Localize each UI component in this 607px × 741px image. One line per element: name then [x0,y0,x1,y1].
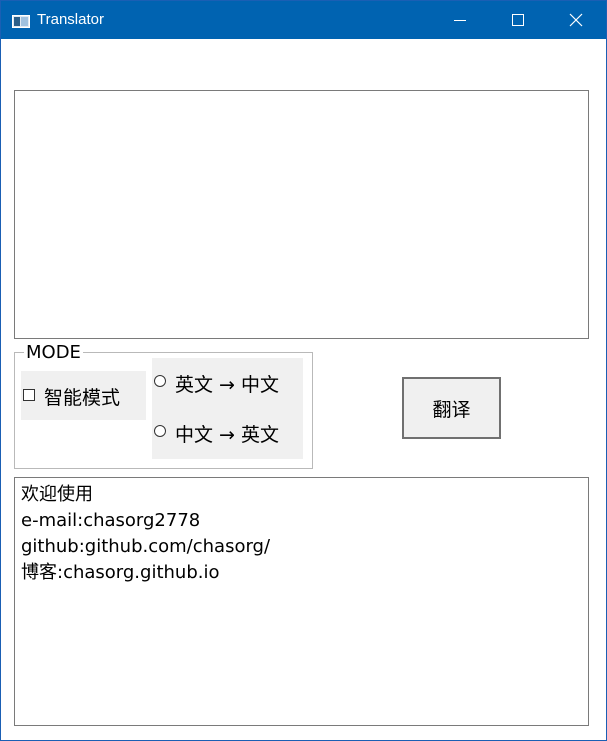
maximize-icon [512,14,524,26]
maximize-button[interactable] [489,1,547,39]
smart-mode-panel: 智能模式 [21,371,146,420]
client-area: MODE 智能模式 英文 → 中文 中文 → 英文 翻译 欢迎使用 e-mail… [1,39,606,740]
output-line-blog: 博客:chasorg.github.io [21,562,220,583]
minimize-icon [454,20,466,21]
radio-en-to-zh-label[interactable]: 英文 → 中文 [175,370,279,397]
mode-legend: MODE [24,342,83,363]
window-title: Translator [37,11,104,28]
radio-zh-to-en-label[interactable]: 中文 → 英文 [175,420,279,447]
minimize-button[interactable] [431,1,489,39]
translate-button[interactable]: 翻译 [402,377,501,439]
direction-panel: 英文 → 中文 中文 → 英文 [152,358,303,459]
smart-mode-label[interactable]: 智能模式 [44,383,120,410]
output-line-email: e-mail:chasorg2778 [21,510,201,531]
radio-en-to-zh[interactable] [154,375,166,387]
radio-zh-to-en[interactable] [154,425,166,437]
app-window-icon [12,13,30,28]
mode-groupbox: MODE 智能模式 英文 → 中文 中文 → 英文 [14,343,313,469]
source-text-input[interactable] [14,90,589,339]
smart-mode-checkbox[interactable] [23,389,35,401]
translator-window: Translator MODE 智能模式 英文 → 中文 中文 → 英文 翻译 … [0,0,607,741]
output-line-github: github:github.com/chasorg/ [21,536,271,557]
output-text-area[interactable]: 欢迎使用 e-mail:chasorg2778 github:github.co… [14,477,589,726]
output-line-welcome: 欢迎使用 [21,484,93,505]
close-icon [569,13,583,27]
title-bar[interactable]: Translator [1,1,606,39]
close-button[interactable] [547,1,605,39]
